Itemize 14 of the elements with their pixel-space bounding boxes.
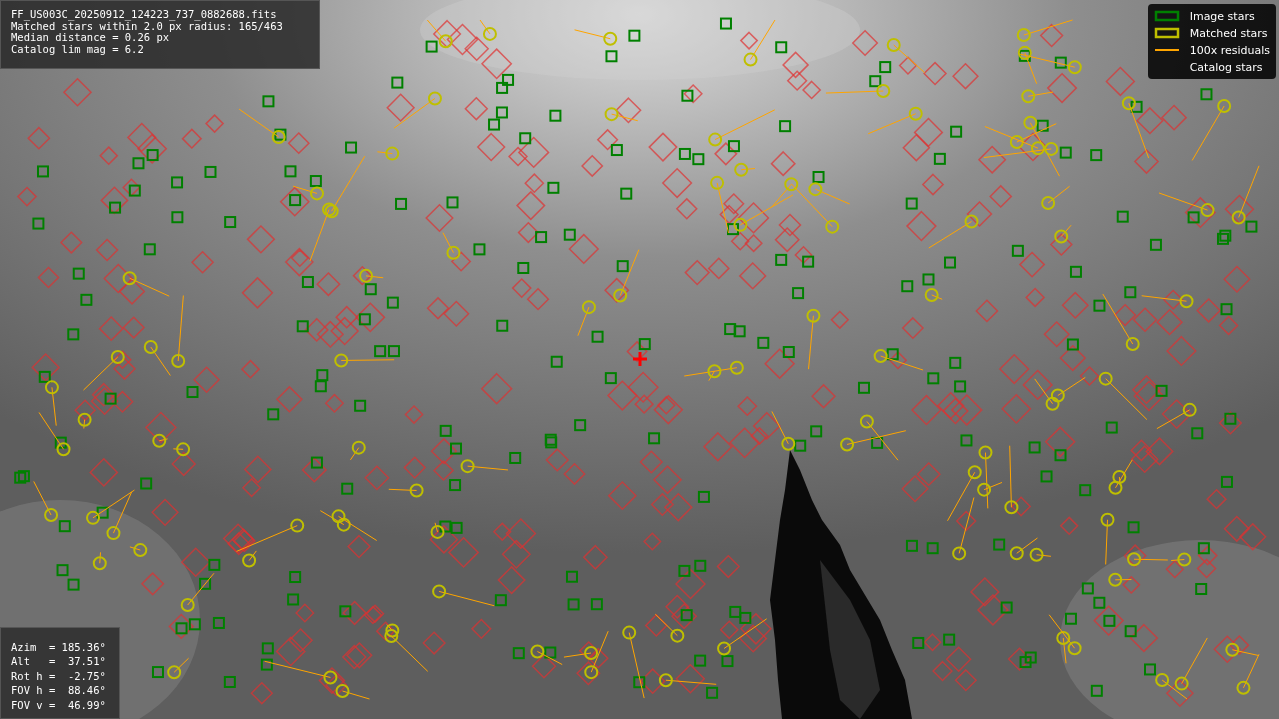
info-text: Median distance = 0.26 px <box>11 32 170 44</box>
legend-label: Matched stars <box>1189 26 1268 40</box>
info-text: Matched stars within 2.0 px radius: 165/463 <box>11 20 284 32</box>
pointing-text: Azim = 185.36° <box>11 639 107 654</box>
pointing-text: FOV h = 88.46° <box>11 683 107 698</box>
center-cross-icon <box>633 352 647 366</box>
pointing-text: Alt = 37.51° <box>11 654 107 669</box>
legend-label: Image stars <box>1189 9 1255 23</box>
info-text: FF_US003C_20250912_124223_737_0882688.fits <box>11 9 278 21</box>
info-text: Catalog lim mag = 6.2 <box>11 43 145 55</box>
legend-label: Catalog stars <box>1189 60 1263 74</box>
pointing-text: FOV v = 46.99° <box>11 697 107 712</box>
pointing-text: Rot h = -2.75° <box>11 668 107 683</box>
legend-label: 100x residuals <box>1189 43 1270 57</box>
